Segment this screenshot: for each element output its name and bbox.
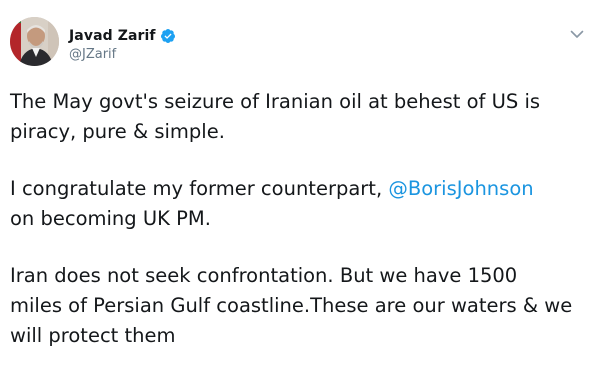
tweet-paragraph: I congratulate my former counterpart, @B… xyxy=(10,174,595,234)
mention-link[interactable]: @BorisJohnson xyxy=(388,177,533,200)
tweet-paragraph: The May govt's seizure of Iranian oil at… xyxy=(10,87,595,147)
tweet-text: The May govt's seizure of Iranian oil at… xyxy=(10,87,595,351)
author-name-row: Javad Zarif xyxy=(69,26,176,46)
avatar[interactable] xyxy=(10,17,59,66)
tweet-card: Javad Zarif @JZarif The May govt's seizu… xyxy=(0,0,601,375)
tweet-line: will protect them xyxy=(10,324,176,347)
tweet-line: I congratulate my former counterpart, xyxy=(10,177,389,200)
tweet-menu-button[interactable] xyxy=(567,25,587,41)
tweet-line: on becoming UK PM. xyxy=(10,207,211,230)
chevron-down-icon xyxy=(570,24,584,43)
verified-badge-icon xyxy=(160,28,176,44)
tweet-line: miles of Persian Gulf coastline.These ar… xyxy=(10,294,573,317)
author-display-name[interactable]: Javad Zarif xyxy=(69,28,156,44)
tweet-line: piracy, pure & simple. xyxy=(10,120,225,143)
tweet-line: The May govt's seizure of Iranian oil at… xyxy=(10,90,541,113)
tweet-line: Iran does not seek confrontation. But we… xyxy=(10,264,518,287)
author-handle[interactable]: @JZarif xyxy=(69,47,116,62)
tweet-paragraph: Iran does not seek confrontation. But we… xyxy=(10,261,595,351)
